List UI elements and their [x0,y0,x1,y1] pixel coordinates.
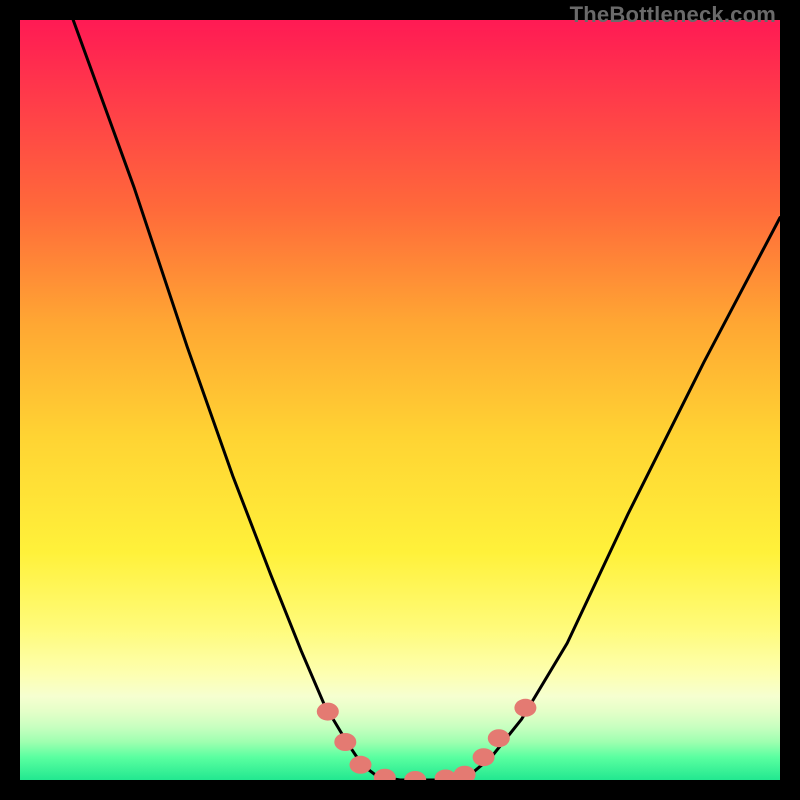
data-marker [334,733,356,751]
watermark-text: TheBottleneck.com [570,2,776,28]
data-marker [404,771,426,780]
chart-area [20,20,780,780]
data-marker [317,703,339,721]
data-marker [473,748,495,766]
curve-svg [20,20,780,780]
data-marker [514,699,536,717]
data-marker [350,756,372,774]
data-marker [488,729,510,747]
data-marker [374,769,396,780]
data-marker [435,770,457,781]
data-marker [454,766,476,780]
bottleneck-curve [73,20,780,780]
